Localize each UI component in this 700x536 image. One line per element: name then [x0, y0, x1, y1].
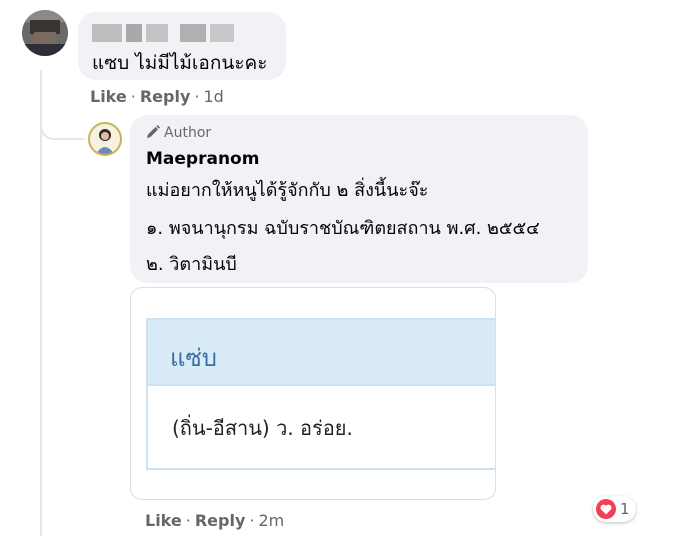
author-name[interactable]: Maepranom	[146, 149, 259, 169]
reply-line: ๑. พจนานุกรม ฉบับราชบัณฑิตยสถาน พ.ศ. ๒๕๕…	[146, 218, 540, 239]
reply-line: แม่อยากให้หนูได้รู้จักกับ ๒ สิ่งนี้นะจ๊ะ	[146, 180, 429, 201]
reply-line: ๒. วิตามินบี	[146, 254, 237, 275]
reply-connector	[40, 108, 84, 140]
comment-actions: Like · Reply · 1d	[90, 87, 224, 106]
separator: ·	[185, 511, 191, 530]
avatar-pixel	[22, 44, 68, 56]
heart-shape	[600, 504, 612, 514]
blur-block	[146, 24, 168, 42]
commenter-avatar[interactable]	[22, 10, 68, 56]
author-badge: Author	[146, 125, 211, 141]
comment-timestamp[interactable]: 1d	[203, 87, 223, 106]
reply-button[interactable]: Reply	[140, 87, 191, 106]
reaction-summary[interactable]: 1	[593, 496, 636, 522]
thread-line	[40, 70, 42, 536]
reply-timestamp[interactable]: 2m	[258, 511, 284, 530]
reaction-count: 1	[620, 500, 630, 518]
author-badge-label: Author	[164, 125, 212, 141]
reply-actions: Like · Reply · 2m	[145, 511, 284, 530]
blur-block	[92, 24, 122, 42]
separator: ·	[130, 87, 136, 106]
commenter-name-blurred[interactable]	[92, 24, 234, 42]
comment-bubble: แซบ ไม่มีไม้เอกนะคะ	[78, 12, 286, 80]
like-button[interactable]: Like	[90, 87, 127, 106]
separator: ·	[249, 511, 255, 530]
author-avatar[interactable]	[88, 122, 122, 156]
dictionary-word: แซ่บ	[170, 344, 217, 372]
pencil-icon	[147, 125, 160, 138]
blur-block	[180, 24, 206, 42]
heart-icon	[596, 499, 616, 519]
dictionary-definition: (ถิ่น-อีสาน) ว. อร่อย.	[172, 416, 353, 440]
attached-image-card[interactable]: แซ่บ (ถิ่น-อีสาน) ว. อร่อย.	[130, 287, 496, 500]
reply-bubble: Author Maepranom แม่อยากให้หนูได้รู้จักก…	[130, 115, 588, 283]
author-avatar-image	[96, 129, 114, 154]
dictionary-entry: แซ่บ (ถิ่น-อีสาน) ว. อร่อย.	[146, 318, 495, 470]
reply-button[interactable]: Reply	[195, 511, 246, 530]
comment-text: แซบ ไม่มีไม้เอกนะคะ	[92, 52, 268, 74]
dictionary-header: แซ่บ	[148, 320, 495, 386]
separator: ·	[194, 87, 200, 106]
like-button[interactable]: Like	[145, 511, 182, 530]
blur-block	[126, 24, 142, 42]
blur-block	[210, 24, 234, 42]
